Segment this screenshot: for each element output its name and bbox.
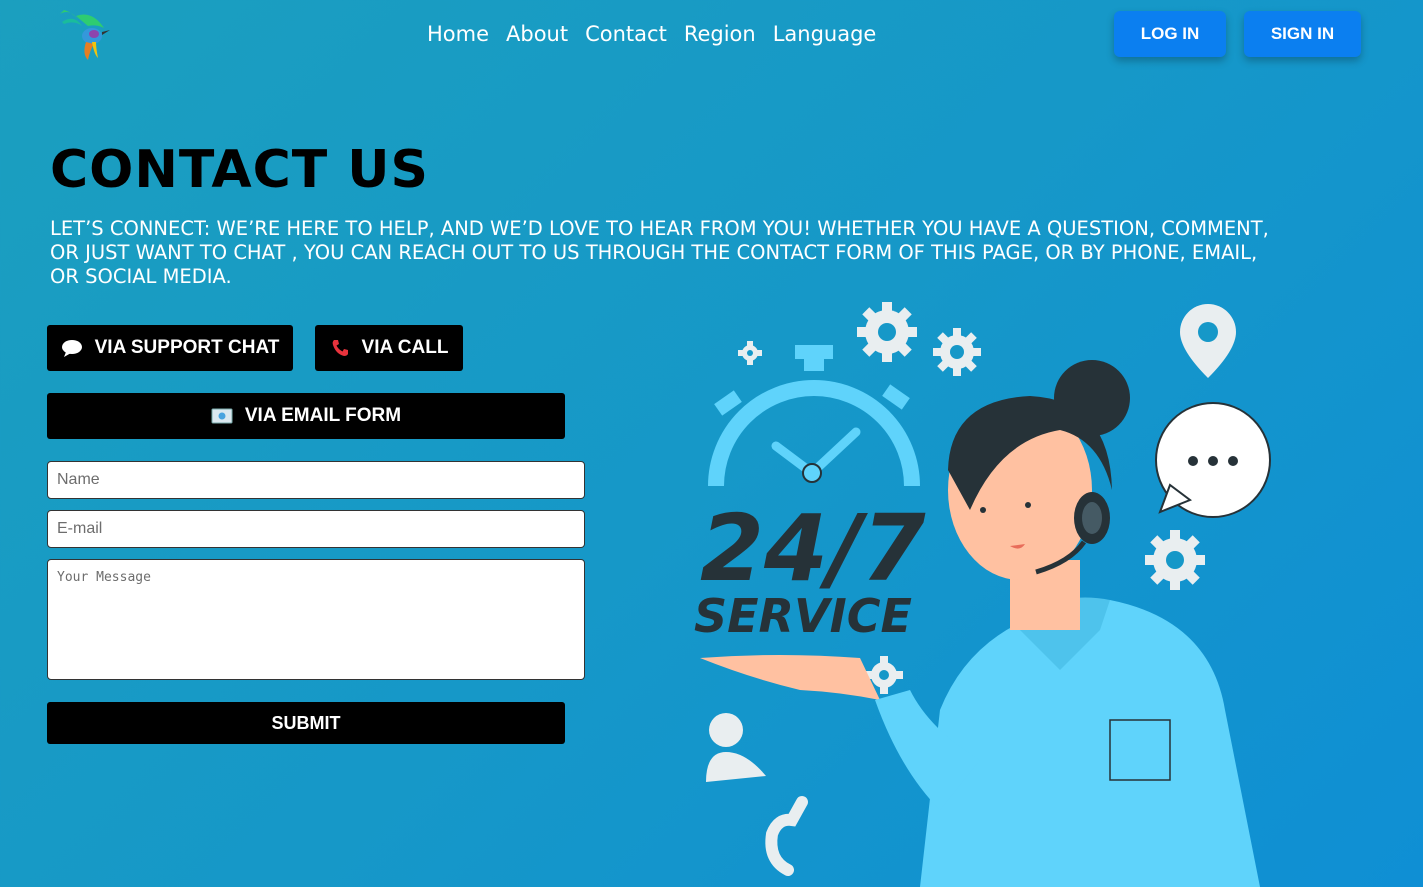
call-button[interactable]: VIA CALL	[315, 325, 463, 371]
page-subtitle: LET’S CONNECT: WE’RE HERE TO HELP, AND W…	[50, 217, 1269, 288]
nav-region[interactable]: Region	[684, 22, 756, 46]
signin-button[interactable]: SIGN IN	[1244, 11, 1361, 57]
name-input[interactable]	[47, 461, 585, 499]
question-mark-icon	[765, 796, 808, 876]
location-pin-icon	[1180, 304, 1236, 378]
bird-logo[interactable]	[52, 2, 112, 62]
message-textarea[interactable]	[47, 559, 585, 680]
email-icon	[211, 408, 233, 424]
call-label: VIA CALL	[361, 337, 449, 358]
email-form-button[interactable]: VIA EMAIL FORM	[47, 393, 565, 439]
speech-bubble-icon	[1155, 402, 1271, 518]
support-illustration: 24/7 SERVICE	[680, 290, 1300, 887]
gear-icon	[738, 341, 762, 365]
nav-language[interactable]: Language	[773, 22, 877, 46]
login-button[interactable]: LOG IN	[1114, 11, 1226, 57]
email-form-label: VIA EMAIL FORM	[244, 405, 402, 426]
nav-about[interactable]: About	[506, 22, 568, 46]
gear-icon	[857, 302, 917, 362]
nav-home[interactable]: Home	[427, 22, 489, 46]
phone-icon	[330, 338, 350, 358]
headline-service: SERVICE	[694, 589, 912, 643]
speech-bubble-icon	[61, 339, 83, 357]
nav-contact[interactable]: Contact	[585, 22, 667, 46]
submit-button[interactable]: SUBMIT	[47, 702, 565, 744]
stopwatch-icon	[708, 345, 920, 487]
email-input[interactable]	[47, 510, 585, 548]
gear-icon	[933, 328, 981, 376]
headline-247: 24/7	[700, 495, 926, 602]
main-nav: Home About Contact Region Language	[427, 22, 876, 46]
support-chat-label: VIA SUPPORT CHAT	[94, 337, 280, 358]
support-chat-button[interactable]: VIA SUPPORT CHAT	[47, 325, 293, 371]
page-title: CONTACT US	[50, 140, 429, 200]
user-icon	[706, 713, 766, 782]
hummingbird-icon	[60, 10, 110, 60]
gear-icon	[1145, 530, 1205, 590]
